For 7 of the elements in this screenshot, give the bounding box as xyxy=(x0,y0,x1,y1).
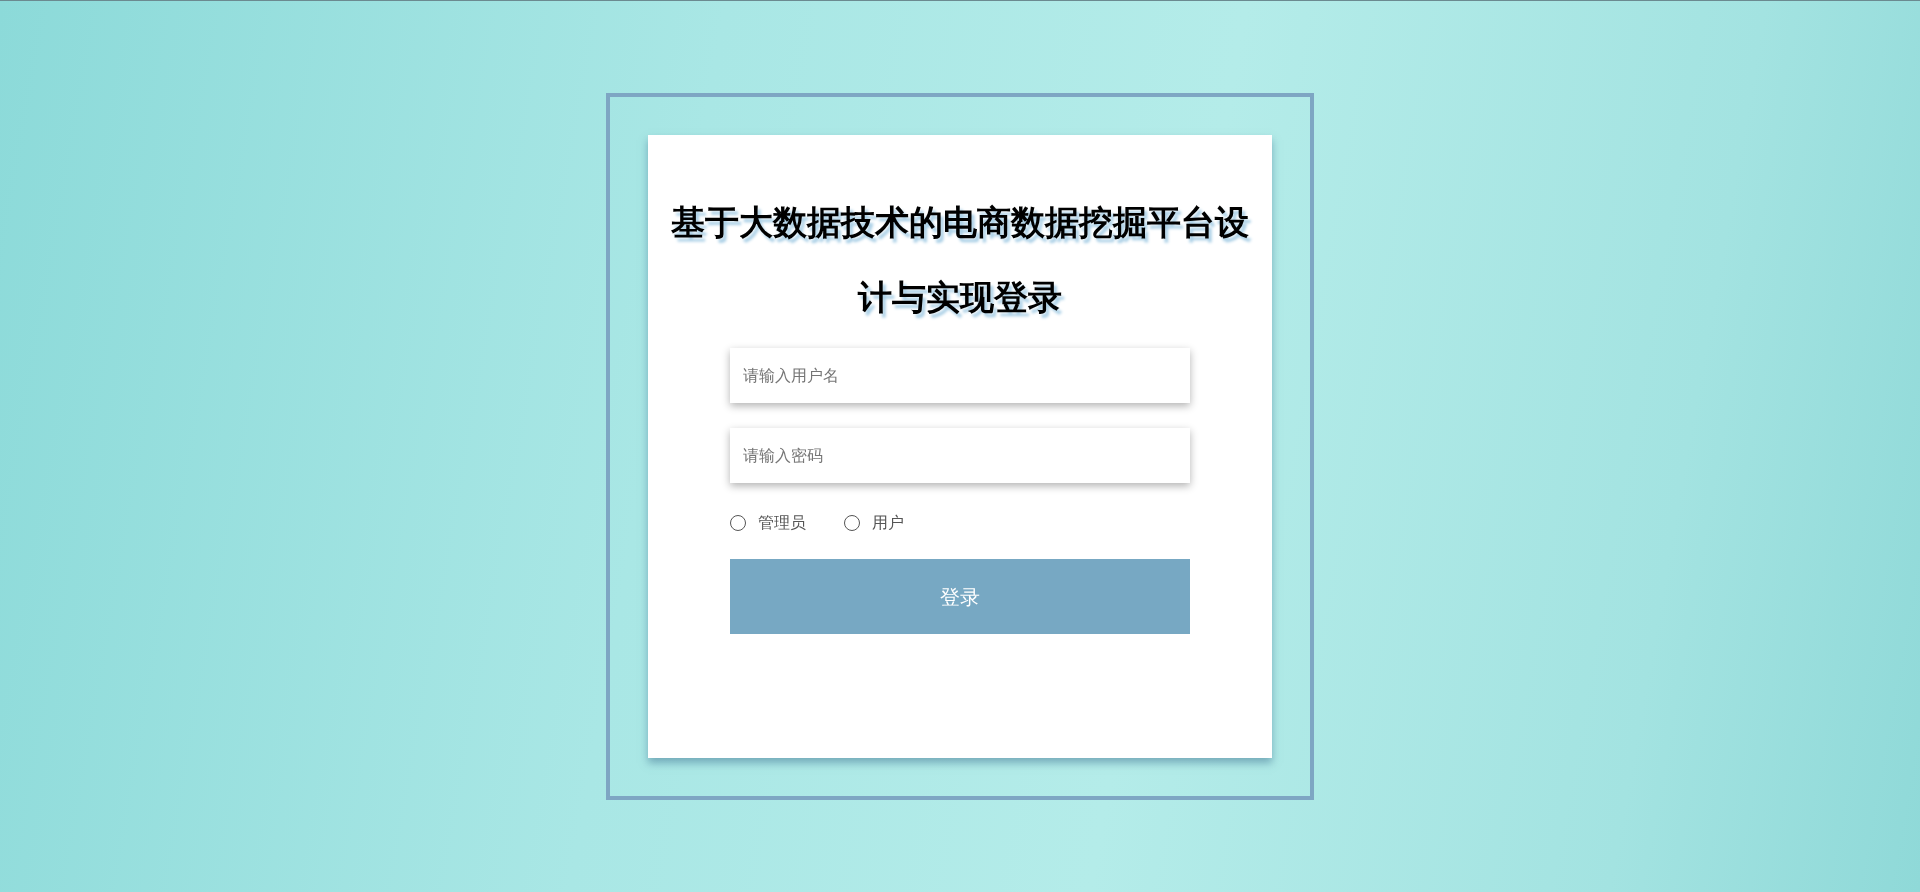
input-field[interactable]: 请输入用户名 xyxy=(730,348,1190,403)
radio-label[interactable]: 用户 xyxy=(872,513,904,533)
radio-button[interactable] xyxy=(730,515,746,531)
input-field[interactable]: 请输入密码 xyxy=(730,428,1190,483)
radio-button[interactable] xyxy=(844,515,860,531)
login-title: 基于大数据技术的电商数据挖掘平台设计与实现登录 xyxy=(670,202,1250,318)
radio-label[interactable]: 管理员 xyxy=(758,513,806,533)
